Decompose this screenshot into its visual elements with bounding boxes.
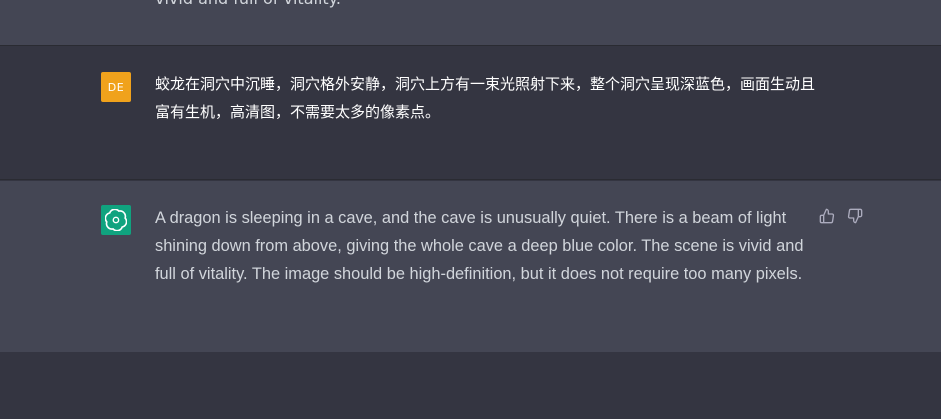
thumbs-up-icon (819, 208, 835, 224)
assistant-message-row: A dragon is sleeping in a cave, and the … (0, 181, 941, 352)
thumbs-down-button[interactable] (846, 207, 864, 225)
previous-assistant-message: vivid and full of vitality. (0, 0, 941, 46)
thumbs-down-icon (847, 208, 863, 224)
user-avatar-initials: DE (107, 80, 125, 94)
openai-logo-icon (105, 209, 127, 231)
previous-message-text: vivid and full of vitality. (155, 0, 341, 13)
feedback-buttons (818, 207, 864, 225)
assistant-message-text: A dragon is sleeping in a cave, and the … (155, 209, 804, 283)
user-message-row: DE 蛟龙在洞穴中沉睡，洞穴格外安静，洞穴上方有一束光照射下来，整个洞穴呈现深蓝… (0, 47, 941, 180)
user-avatar: DE (101, 72, 131, 102)
chat-footer-area (0, 352, 941, 419)
assistant-avatar (101, 205, 131, 235)
user-message-text: 蛟龙在洞穴中沉睡，洞穴格外安静，洞穴上方有一束光照射下来，整个洞穴呈现深蓝色，画… (155, 75, 816, 121)
thumbs-up-button[interactable] (818, 207, 836, 225)
